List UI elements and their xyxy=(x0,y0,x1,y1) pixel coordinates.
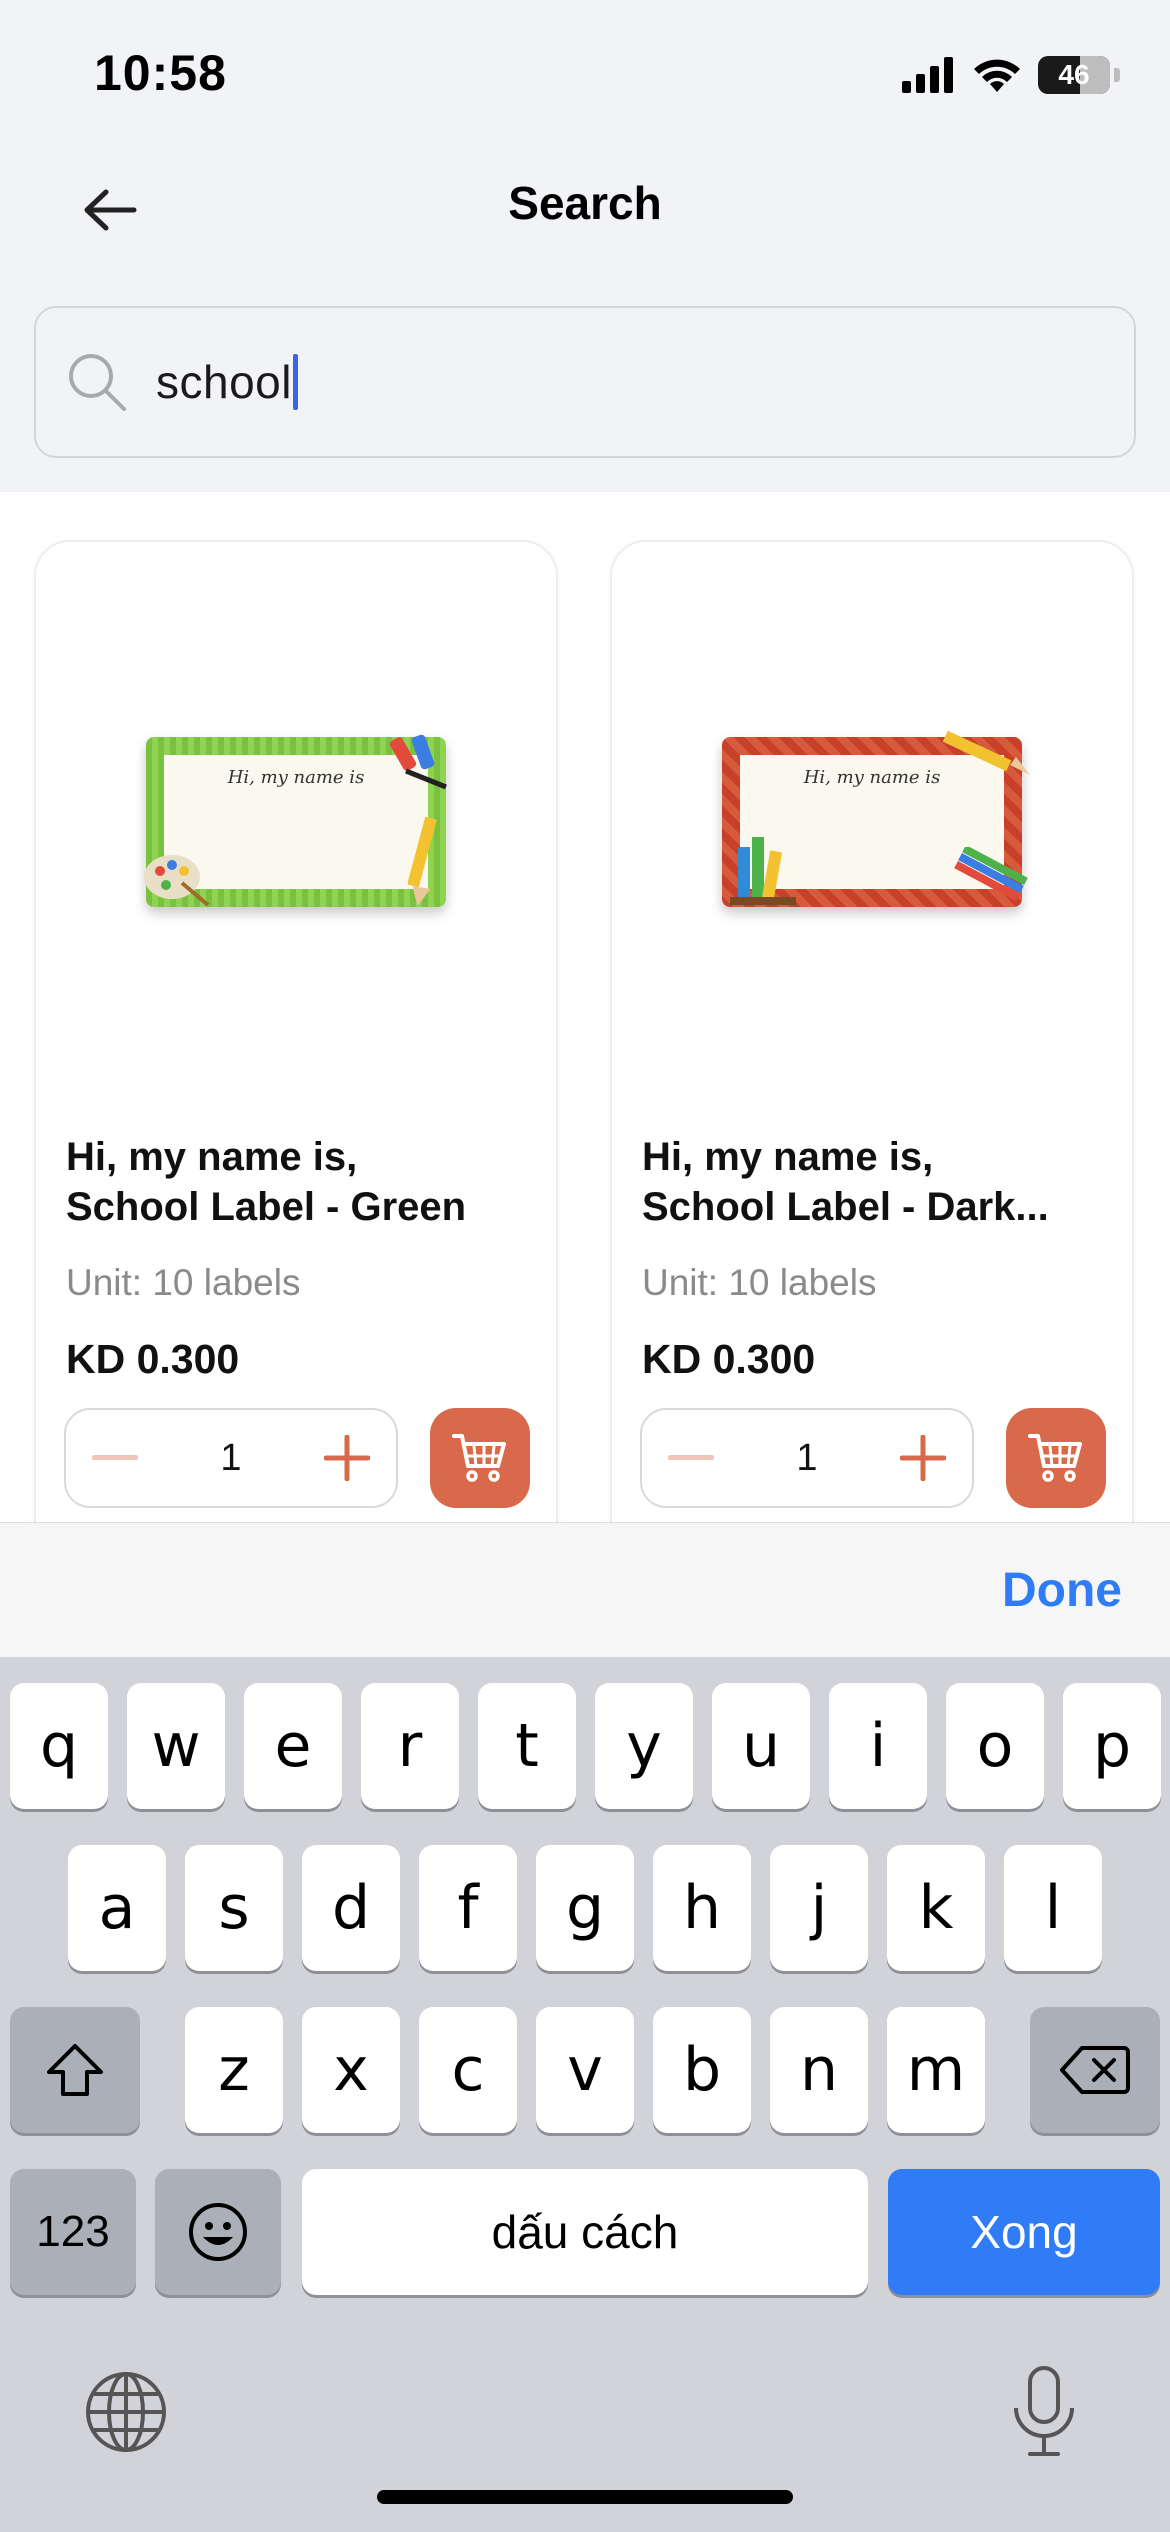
palette-icon xyxy=(144,855,210,907)
key-i[interactable]: i xyxy=(829,1683,927,1809)
shift-key[interactable] xyxy=(10,2007,140,2133)
key-t[interactable]: t xyxy=(478,1683,576,1809)
key-c[interactable]: c xyxy=(419,2007,517,2133)
quantity-value: 1 xyxy=(796,1436,818,1479)
product-name-line1: Hi, my name is, xyxy=(642,1135,934,1179)
product-name: Hi, my name is, School Label - Dark... xyxy=(642,1132,1112,1232)
quantity-value: 1 xyxy=(220,1436,242,1479)
key-y[interactable]: y xyxy=(595,1683,693,1809)
plus-icon xyxy=(323,1435,370,1481)
product-price: KD 0.300 xyxy=(642,1336,816,1382)
increment-button[interactable] xyxy=(320,1431,374,1485)
product-name-line2: School Label - Dark... xyxy=(642,1185,1049,1229)
product-unit: Unit: 10 labels xyxy=(642,1262,877,1303)
cart-icon xyxy=(1028,1434,1082,1482)
quantity-stepper: 1 xyxy=(640,1408,974,1508)
space-key[interactable]: dấu cách xyxy=(302,2169,868,2295)
delete-key[interactable] xyxy=(1030,2007,1160,2133)
emoji-key[interactable] xyxy=(155,2169,281,2295)
key-p[interactable]: p xyxy=(1063,1683,1161,1809)
search-input[interactable]: school xyxy=(34,306,1136,458)
product-image: Hi, my name is xyxy=(36,542,556,1102)
product-card[interactable]: Hi, my name is Hi, my name is, School La… xyxy=(34,540,558,1522)
page-title: Search xyxy=(508,177,662,229)
books-icon xyxy=(730,837,796,905)
cart-icon xyxy=(452,1434,506,1482)
minus-icon xyxy=(668,1455,714,1460)
key-x[interactable]: x xyxy=(302,2007,400,2133)
product-unit: Unit: 10 labels xyxy=(66,1262,301,1303)
product-name-line2: School Label - Green xyxy=(66,1185,467,1229)
key-r[interactable]: r xyxy=(361,1683,459,1809)
product-image: Hi, my name is xyxy=(612,542,1132,1102)
key-e[interactable]: e xyxy=(244,1683,342,1809)
add-to-cart-button[interactable] xyxy=(430,1408,530,1508)
key-o[interactable]: o xyxy=(946,1683,1044,1809)
key-m[interactable]: m xyxy=(887,2007,985,2133)
key-u[interactable]: u xyxy=(712,1683,810,1809)
key-q[interactable]: q xyxy=(10,1683,108,1809)
product-price: KD 0.300 xyxy=(66,1336,240,1382)
cellular-signal-icon xyxy=(902,57,953,93)
search-text: school xyxy=(156,356,292,408)
add-to-cart-button[interactable] xyxy=(1006,1408,1106,1508)
search-icon xyxy=(62,347,132,417)
plus-icon xyxy=(899,1435,946,1481)
globe-icon[interactable] xyxy=(84,2370,168,2454)
key-v[interactable]: v xyxy=(536,2007,634,2133)
key-z[interactable]: z xyxy=(185,2007,283,2133)
key-h[interactable]: h xyxy=(653,1845,751,1971)
key-l[interactable]: l xyxy=(1004,1845,1102,1971)
product-name-line1: Hi, my name is, xyxy=(66,1135,358,1179)
search-value[interactable]: school xyxy=(156,354,298,410)
pencil-icon xyxy=(942,730,1030,775)
product-grid: Hi, my name is Hi, my name is, School La… xyxy=(0,492,1170,1522)
text-caret xyxy=(292,354,298,410)
decrement-button[interactable] xyxy=(88,1431,142,1485)
status-time: 10:58 xyxy=(94,45,227,101)
battery-level: 46 xyxy=(1058,59,1090,90)
home-indicator[interactable] xyxy=(377,2490,793,2504)
microphone-icon[interactable] xyxy=(1004,2366,1084,2458)
wifi-icon xyxy=(974,59,1020,92)
backspace-icon xyxy=(1060,2046,1130,2094)
key-j[interactable]: j xyxy=(770,1845,868,1971)
key-s[interactable]: s xyxy=(185,1845,283,1971)
keyboard: q w e r t y u i o p a s d f g h j k l z … xyxy=(0,1657,1170,2532)
key-a[interactable]: a xyxy=(68,1845,166,1971)
status-bar: 10:58 46 xyxy=(0,0,1170,140)
paint-tubes-icon xyxy=(389,734,447,790)
pencil-icon xyxy=(408,817,437,907)
numbers-key[interactable]: 123 xyxy=(10,2169,136,2295)
label-image-red: Hi, my name is xyxy=(722,730,1030,907)
key-k[interactable]: k xyxy=(887,1845,985,1971)
increment-button[interactable] xyxy=(896,1431,950,1485)
battery-cap xyxy=(1114,68,1120,82)
key-b[interactable]: b xyxy=(653,2007,751,2133)
product-name: Hi, my name is, School Label - Green xyxy=(66,1132,536,1232)
quantity-stepper: 1 xyxy=(64,1408,398,1508)
decrement-button[interactable] xyxy=(664,1431,718,1485)
battery-icon: 46 xyxy=(1038,56,1110,94)
key-f[interactable]: f xyxy=(419,1845,517,1971)
header: Search xyxy=(0,140,1170,265)
label-image-green: Hi, my name is xyxy=(144,734,447,907)
key-n[interactable]: n xyxy=(770,2007,868,2133)
shift-icon xyxy=(47,2044,103,2096)
keyboard-accessory-bar: Done xyxy=(0,1522,1170,1657)
return-key[interactable]: Xong xyxy=(888,2169,1160,2295)
key-w[interactable]: w xyxy=(127,1683,225,1809)
done-button[interactable]: Done xyxy=(1002,1563,1122,1618)
status-icons: 46 xyxy=(902,52,1120,98)
key-d[interactable]: d xyxy=(302,1845,400,1971)
key-g[interactable]: g xyxy=(536,1845,634,1971)
emoji-icon xyxy=(189,2203,247,2261)
colored-pencils-icon xyxy=(954,847,1028,901)
minus-icon xyxy=(92,1455,138,1460)
product-card[interactable]: Hi, my name is Hi, my name is, School La… xyxy=(610,540,1134,1522)
